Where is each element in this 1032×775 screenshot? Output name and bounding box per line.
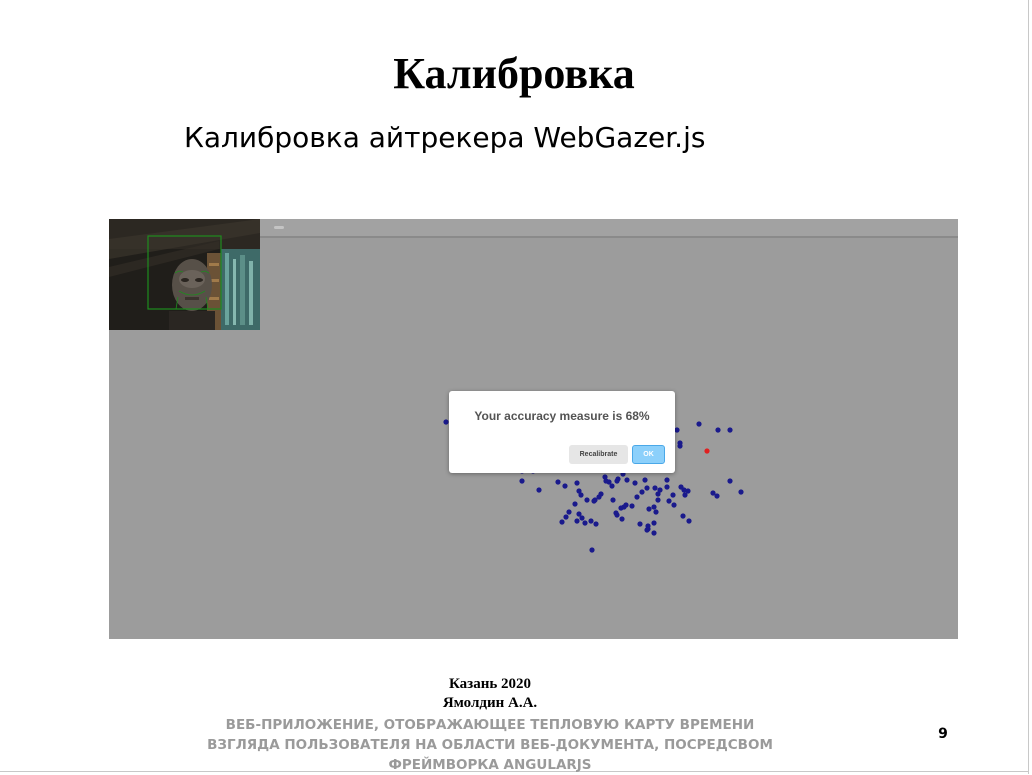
calibration-screenshot: Your accuracy measure is 68% Recalibrate… bbox=[109, 219, 958, 639]
page-number: 9 bbox=[938, 726, 948, 742]
gaze-point bbox=[686, 518, 692, 524]
accuracy-message: Your accuracy measure is 68% bbox=[474, 409, 650, 423]
footer-city-year: Казань 2020 bbox=[448, 676, 532, 692]
gaze-point bbox=[566, 509, 572, 515]
gaze-point bbox=[619, 516, 625, 522]
recalibrate-button[interactable]: Recalibrate bbox=[569, 445, 628, 464]
gaze-point bbox=[714, 493, 720, 499]
gaze-point bbox=[615, 476, 621, 482]
gaze-point bbox=[593, 521, 599, 527]
gaze-point bbox=[674, 427, 680, 433]
gaze-point bbox=[655, 497, 661, 503]
gaze-point bbox=[651, 530, 657, 536]
slide-title: Калибровка bbox=[393, 49, 635, 98]
gaze-point bbox=[677, 443, 683, 449]
gaze-point bbox=[646, 506, 652, 512]
gaze-point bbox=[642, 477, 648, 483]
gaze-point bbox=[613, 510, 619, 516]
gaze-point bbox=[563, 514, 569, 520]
gaze-point bbox=[562, 483, 568, 489]
ok-button[interactable]: OK bbox=[632, 445, 665, 464]
gaze-point bbox=[609, 483, 615, 489]
footer-topic: ВЕБ-ПРИЛОЖЕНИЕ, ОТОБРАЖАЮЩЕЕ ТЕПЛОВУЮ КА… bbox=[207, 717, 773, 773]
slide-right-edge bbox=[1028, 0, 1029, 774]
gaze-point bbox=[727, 478, 733, 484]
gaze-point bbox=[629, 503, 635, 509]
accuracy-dialog: Your accuracy measure is 68% Recalibrate… bbox=[449, 391, 675, 473]
gaze-point bbox=[696, 421, 702, 427]
gaze-point bbox=[443, 419, 449, 425]
gaze-point bbox=[637, 521, 643, 527]
gaze-point bbox=[680, 513, 686, 519]
gaze-point bbox=[610, 497, 616, 503]
footer-author: Ямолдин А.А. bbox=[442, 695, 538, 711]
gaze-point bbox=[664, 477, 670, 483]
gaze-point bbox=[588, 518, 594, 524]
gaze-point bbox=[670, 492, 676, 498]
gaze-point bbox=[536, 487, 542, 493]
gaze-point bbox=[602, 474, 608, 480]
gaze-point bbox=[589, 547, 595, 553]
gaze-point bbox=[621, 504, 627, 510]
gaze-point bbox=[651, 504, 657, 510]
slide-subtitle: Калибровка айтрекера WebGazer.js bbox=[184, 121, 706, 154]
gaze-point bbox=[715, 427, 721, 433]
gaze-point bbox=[644, 527, 650, 533]
gaze-point bbox=[584, 497, 590, 503]
gaze-point bbox=[727, 427, 733, 433]
gaze-point bbox=[555, 479, 561, 485]
gaze-point bbox=[657, 487, 663, 493]
gaze-point bbox=[632, 480, 638, 486]
gaze-point bbox=[582, 520, 588, 526]
gaze-point bbox=[591, 498, 597, 504]
gaze-point bbox=[578, 492, 584, 498]
gaze-point bbox=[574, 480, 580, 486]
gaze-point bbox=[681, 487, 687, 493]
current-gaze-point bbox=[704, 448, 710, 454]
gaze-point bbox=[559, 519, 565, 525]
gaze-point bbox=[652, 485, 658, 491]
gaze-point bbox=[671, 502, 677, 508]
gaze-point bbox=[651, 520, 657, 526]
gaze-point bbox=[624, 477, 630, 483]
gaze-point bbox=[634, 494, 640, 500]
gaze-point bbox=[519, 478, 525, 484]
gaze-point bbox=[653, 509, 659, 515]
gaze-point bbox=[639, 489, 645, 495]
gaze-point bbox=[574, 518, 580, 524]
gaze-point bbox=[572, 501, 578, 507]
gaze-point bbox=[666, 498, 672, 504]
gaze-point bbox=[664, 484, 670, 490]
gaze-point bbox=[579, 515, 585, 521]
gaze-point bbox=[738, 489, 744, 495]
gaze-point bbox=[598, 491, 604, 497]
gaze-point bbox=[644, 485, 650, 491]
